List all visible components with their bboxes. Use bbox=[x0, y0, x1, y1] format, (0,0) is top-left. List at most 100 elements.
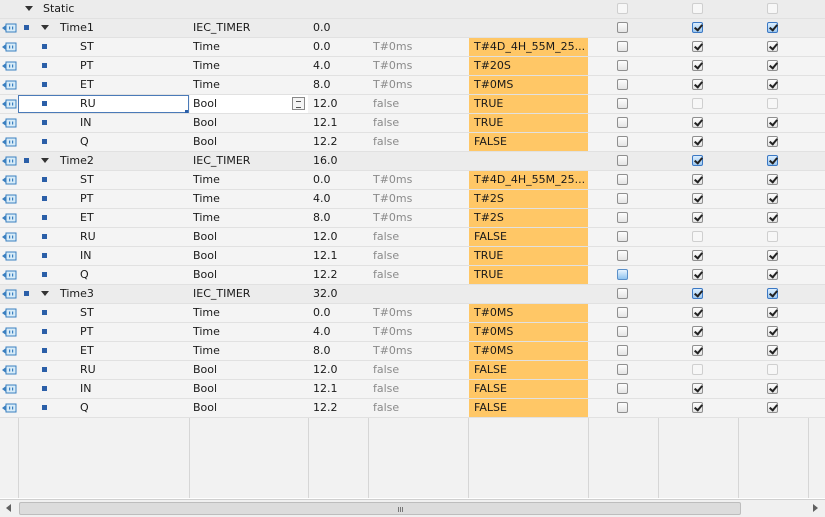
table-row[interactable]: ST Time 0.0 T#0ms T#4D_4H_55M_25... bbox=[0, 38, 825, 57]
table-row[interactable]: RU Bool 12.0 false TRUE bbox=[0, 95, 825, 114]
checkbox[interactable] bbox=[617, 155, 628, 166]
checkbox[interactable] bbox=[692, 288, 703, 299]
checkbox[interactable] bbox=[692, 22, 703, 33]
checkbox[interactable] bbox=[692, 231, 703, 242]
scroll-left-icon[interactable] bbox=[6, 504, 11, 512]
checkbox[interactable] bbox=[767, 212, 778, 223]
monitor-value: T#0MS bbox=[469, 76, 588, 94]
checkbox[interactable] bbox=[617, 326, 628, 337]
table-row[interactable]: Q Bool 12.2 false TRUE bbox=[0, 266, 825, 285]
checkbox[interactable] bbox=[767, 155, 778, 166]
table-row[interactable]: Time1 IEC_TIMER 0.0 bbox=[0, 19, 825, 38]
checkbox[interactable] bbox=[692, 136, 703, 147]
checkbox[interactable] bbox=[767, 326, 778, 337]
scroll-right-icon[interactable] bbox=[813, 504, 818, 512]
checkbox[interactable] bbox=[767, 60, 778, 71]
checkbox[interactable] bbox=[617, 136, 628, 147]
table-row[interactable]: RU Bool 12.0 false FALSE bbox=[0, 228, 825, 247]
checkbox[interactable] bbox=[767, 193, 778, 204]
checkbox[interactable] bbox=[617, 345, 628, 356]
table-row[interactable]: IN Bool 12.1 false TRUE bbox=[0, 247, 825, 266]
scrollbar-thumb[interactable] bbox=[19, 502, 741, 515]
table-row[interactable]: PT Time 4.0 T#0ms T#0MS bbox=[0, 323, 825, 342]
table-row[interactable]: IN Bool 12.1 false TRUE bbox=[0, 114, 825, 133]
table-row[interactable]: ET Time 8.0 T#0ms T#2S bbox=[0, 209, 825, 228]
checkbox[interactable] bbox=[692, 250, 703, 261]
checkbox[interactable] bbox=[692, 307, 703, 318]
variable-icon bbox=[2, 175, 17, 185]
table-row[interactable]: Q Bool 12.2 false FALSE bbox=[0, 399, 825, 418]
checkbox[interactable] bbox=[617, 288, 628, 299]
checkbox[interactable] bbox=[617, 117, 628, 128]
checkbox[interactable] bbox=[692, 117, 703, 128]
checkbox[interactable] bbox=[617, 60, 628, 71]
checkbox[interactable] bbox=[767, 231, 778, 242]
checkbox[interactable] bbox=[617, 174, 628, 185]
checkbox[interactable] bbox=[617, 383, 628, 394]
checkbox[interactable] bbox=[692, 326, 703, 337]
checkbox[interactable] bbox=[692, 60, 703, 71]
checkbox[interactable] bbox=[767, 98, 778, 109]
checkbox[interactable] bbox=[767, 307, 778, 318]
table-row[interactable]: Q Bool 12.2 false FALSE bbox=[0, 133, 825, 152]
checkbox[interactable] bbox=[767, 383, 778, 394]
table-row[interactable]: PT Time 4.0 T#0ms T#20S bbox=[0, 57, 825, 76]
checkbox[interactable] bbox=[692, 193, 703, 204]
checkbox[interactable] bbox=[767, 174, 778, 185]
checkbox[interactable] bbox=[767, 3, 778, 14]
checkbox[interactable] bbox=[692, 41, 703, 52]
checkbox[interactable] bbox=[692, 383, 703, 394]
checkbox[interactable] bbox=[767, 288, 778, 299]
table-row[interactable]: ET Time 8.0 T#0ms T#0MS bbox=[0, 342, 825, 361]
checkbox[interactable] bbox=[617, 402, 628, 413]
checkbox[interactable] bbox=[767, 117, 778, 128]
checkbox[interactable] bbox=[692, 79, 703, 90]
table-row[interactable]: RU Bool 12.0 false FALSE bbox=[0, 361, 825, 380]
chevron-down-icon[interactable] bbox=[41, 25, 49, 30]
table-row[interactable]: ET Time 8.0 T#0ms T#0MS bbox=[0, 76, 825, 95]
horizontal-scrollbar[interactable] bbox=[0, 499, 825, 517]
table-row-static[interactable]: Static bbox=[0, 0, 825, 19]
checkbox[interactable] bbox=[692, 345, 703, 356]
checkbox[interactable] bbox=[617, 212, 628, 223]
table-row[interactable]: IN Bool 12.1 false FALSE bbox=[0, 380, 825, 399]
checkbox[interactable] bbox=[617, 193, 628, 204]
checkbox[interactable] bbox=[692, 155, 703, 166]
chevron-down-icon[interactable] bbox=[25, 6, 33, 11]
checkbox[interactable] bbox=[767, 136, 778, 147]
checkbox[interactable] bbox=[692, 98, 703, 109]
checkbox[interactable] bbox=[692, 3, 703, 14]
checkbox[interactable] bbox=[692, 174, 703, 185]
checkbox[interactable] bbox=[617, 364, 628, 375]
checkbox[interactable] bbox=[692, 269, 703, 280]
checkbox[interactable] bbox=[692, 402, 703, 413]
checkbox[interactable] bbox=[767, 364, 778, 375]
checkbox[interactable] bbox=[617, 3, 628, 14]
table-row[interactable]: PT Time 4.0 T#0ms T#2S bbox=[0, 190, 825, 209]
checkbox[interactable] bbox=[767, 345, 778, 356]
checkbox[interactable] bbox=[767, 41, 778, 52]
checkbox[interactable] bbox=[617, 79, 628, 90]
table-row[interactable]: ST Time 0.0 T#0ms T#4D_4H_55M_25... bbox=[0, 171, 825, 190]
checkbox[interactable] bbox=[617, 41, 628, 52]
checkbox[interactable] bbox=[767, 402, 778, 413]
checkbox[interactable] bbox=[617, 269, 628, 280]
chevron-down-icon[interactable] bbox=[41, 158, 49, 163]
chevron-down-icon[interactable] bbox=[41, 291, 49, 296]
checkbox[interactable] bbox=[692, 364, 703, 375]
table-row[interactable]: Time3 IEC_TIMER 32.0 bbox=[0, 285, 825, 304]
checkbox[interactable] bbox=[617, 250, 628, 261]
checkbox[interactable] bbox=[692, 212, 703, 223]
checkbox[interactable] bbox=[767, 269, 778, 280]
checkbox[interactable] bbox=[767, 79, 778, 90]
checkbox[interactable] bbox=[767, 250, 778, 261]
table-row[interactable]: ST Time 0.0 T#0ms T#0MS bbox=[0, 304, 825, 323]
checkbox[interactable] bbox=[617, 98, 628, 109]
checkbox[interactable] bbox=[617, 307, 628, 318]
checkbox[interactable] bbox=[767, 22, 778, 33]
datatype-dropdown-button[interactable] bbox=[292, 97, 305, 110]
table-row[interactable]: Time2 IEC_TIMER 16.0 bbox=[0, 152, 825, 171]
checkbox[interactable] bbox=[617, 231, 628, 242]
element-icon bbox=[42, 82, 47, 87]
checkbox[interactable] bbox=[617, 22, 628, 33]
